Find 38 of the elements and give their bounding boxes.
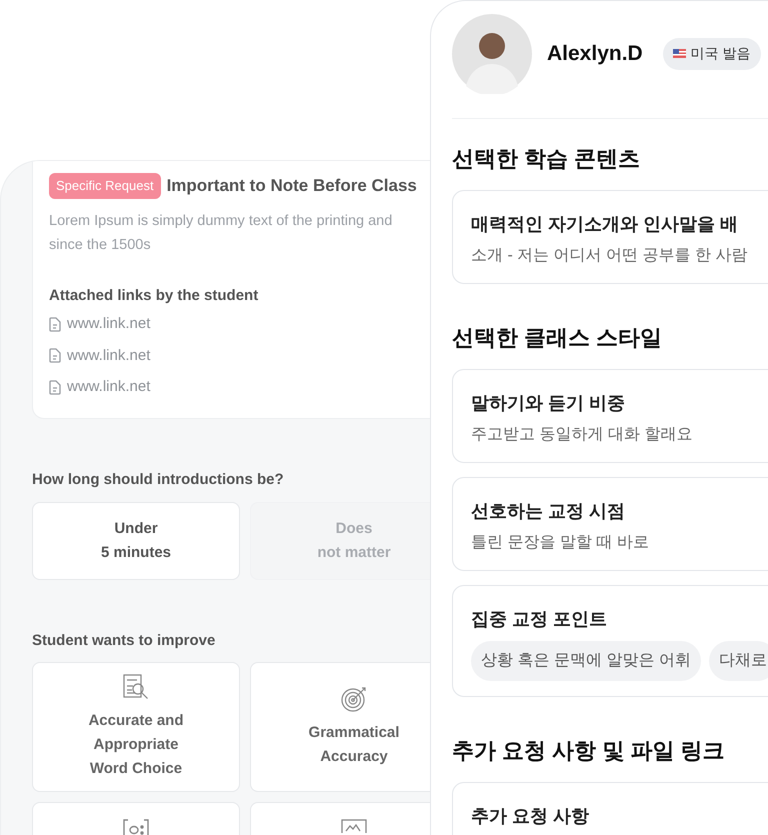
document-icon [49,316,61,332]
tag-chip: 상황 혹은 문맥에 알맞은 어휘 [471,641,701,681]
request-title: Important to Note Before Class [166,175,417,197]
request-description: Lorem Ipsum is simply dummy text of the printing and since the 1500s [49,212,394,254]
improvement-label: Grammatical Accuracy [308,723,400,767]
attached-link[interactable]: www.link.net [49,344,150,367]
document-magnifier-icon [122,673,150,701]
card-subtitle: 틀린 문장을 말할 때 바로 [471,533,650,553]
option-button[interactable]: Does not matter [250,502,430,580]
attached-link[interactable]: www.link.net [49,376,150,398]
section-heading: 선택한 학습 콘텐츠 [452,145,642,173]
image-icon [341,819,367,833]
section-heading: 선택한 클래스 스타일 [452,324,664,352]
question-label: How long should introductions be? [32,470,285,490]
target-icon [340,685,368,713]
section-heading: Student wants to improve [32,630,216,650]
document-icon [49,380,61,395]
document-icon [49,348,61,364]
request-badge: Specific Request [49,173,161,198]
card-title: 말하기와 듣기 비중 [471,392,626,415]
card-title: 선호하는 교정 시점 [471,500,626,523]
brackets-icon [123,819,149,835]
section-heading: 추가 요청 사항 및 파일 링크 [452,737,726,765]
improvement-card[interactable]: Grammatical Accuracy [250,662,430,792]
card-subtitle: 주고받고 동일하게 대화 할래요 [471,425,694,445]
card-title: 매력적인 자기소개와 인사말을 배 [471,213,740,236]
improvement-label: Accurate and Appropriate Word Choice [88,711,184,779]
profile-name: Alexlyn.D [547,40,643,67]
card-title: 추가 요청 사항 [471,805,590,828]
option-button[interactable]: Under 5 minutes [32,502,240,580]
card-subtitle: 소개 - 저는 어디서 어떤 공부를 한 사람 [471,246,748,266]
improvement-card[interactable]: Accurate and Appropriate Word Choice [32,662,240,792]
tag-chip: 다채로 [708,641,768,681]
flag-icon [672,49,686,58]
links-heading: Attached links by the student [49,286,260,306]
card-title: 집중 교정 포인트 [471,608,608,631]
attached-link[interactable]: www.link.net [49,313,150,336]
accent-badge: 미국 발음 [662,38,761,70]
